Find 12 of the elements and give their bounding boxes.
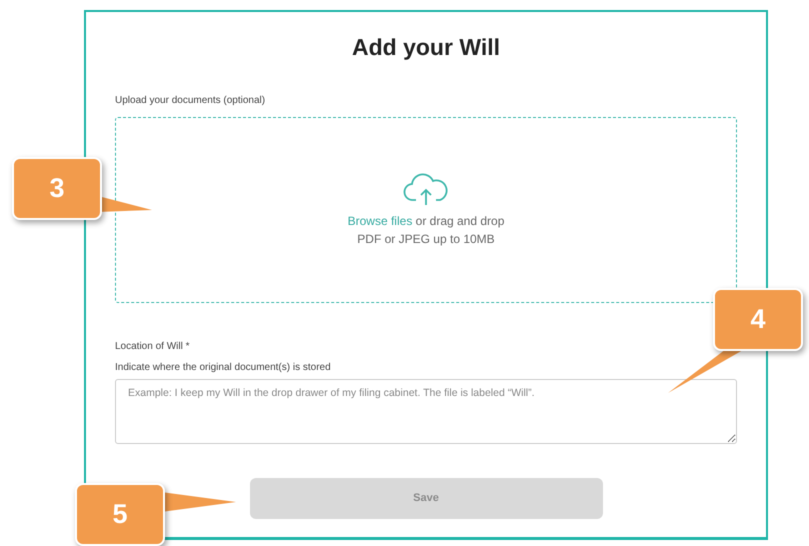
page-title: Add your Will <box>350 33 501 62</box>
cloud-upload-icon <box>403 172 449 206</box>
drop-instructions: Browse files or drag and drop <box>348 213 504 230</box>
location-field[interactable]: Example: I keep my Will in the drop drawer of my filing cabinet. The file is labeled “Will”. <box>115 379 737 444</box>
location-label: Location of Will * <box>115 340 190 354</box>
callout-number: 3 <box>12 157 102 220</box>
location-hint: Indicate where the original document(s) is stored <box>115 361 332 375</box>
callout-number: 5 <box>75 483 165 546</box>
callout-number: 4 <box>713 288 803 351</box>
browse-files-link[interactable]: Browse files <box>348 214 412 228</box>
upload-label: Upload your documents (optional) <box>115 94 266 108</box>
file-type-hint: PDF or JPEG up to 10MB <box>357 231 495 248</box>
